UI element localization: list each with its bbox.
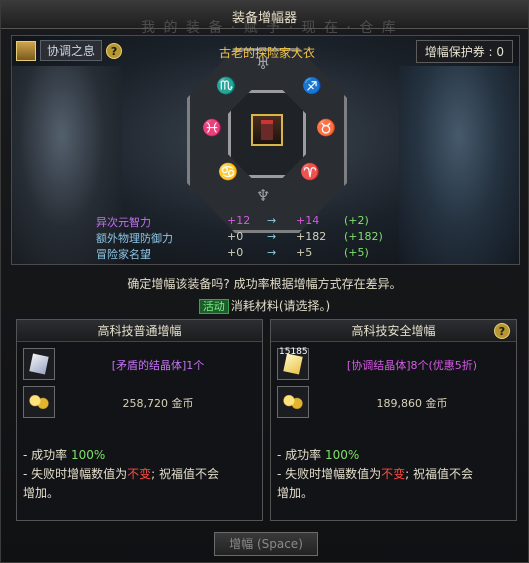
gold-cost: 189,860 金币	[376, 397, 448, 410]
gold-row: 258,720 金币	[23, 386, 256, 418]
rate-label: - 成功率	[23, 448, 71, 462]
coat-icon	[261, 120, 273, 140]
stat-row: 异次元智力 +12 → +14 (+2)	[96, 214, 456, 230]
stat-row: 冒险家名望 +0 → +5 (+5)	[96, 246, 456, 262]
normal-enhance-option[interactable]: 高科技普通增幅 [矛盾的结晶体]1个 258,720 金币 - 成功率 100%…	[16, 319, 263, 521]
consume-label: 消耗材料(请选择。)	[230, 299, 331, 313]
arrow-icon: →	[267, 246, 277, 259]
enhance-button[interactable]: 增幅 (Space)	[214, 532, 318, 556]
rune-icon: ♏	[216, 76, 236, 95]
stat-current: +0	[227, 246, 244, 259]
rate-value: 100%	[70, 448, 106, 462]
event-tag: 活动	[198, 299, 229, 314]
title-bar[interactable]: 我 的 装 备 · 赋 予 · 现 在 · 仓 库 装备增幅器	[1, 1, 528, 36]
arrow-icon: →	[267, 230, 277, 243]
stat-current: +0	[227, 230, 244, 243]
gold-coins-icon	[277, 386, 309, 418]
item-name: 古老的探险家大衣	[218, 46, 315, 60]
rune-icon: ♉	[316, 118, 336, 137]
harmony-icon	[16, 40, 36, 61]
option-title: 高科技安全增幅 ?	[271, 320, 516, 342]
stat-delta: (+182)	[344, 230, 383, 243]
fail-text: - 失败时增幅数值为	[23, 467, 128, 481]
fail-text-line2: 增加。	[23, 486, 60, 500]
stat-preview: 异次元智力 +12 → +14 (+2) 额外物理防御力 +0 → +182 (…	[96, 214, 456, 262]
material-text: [矛盾的结晶体]1个	[111, 359, 205, 372]
harmony-badge[interactable]: 协调之息 ?	[16, 40, 123, 61]
option-title-text: 高科技安全增幅	[351, 324, 436, 338]
option-title: 高科技普通增幅	[17, 320, 262, 342]
stat-name: 额外物理防御力	[96, 232, 173, 245]
rune-icon: ♈	[300, 162, 320, 181]
stat-next: +5	[296, 246, 313, 259]
stat-delta: (+2)	[344, 214, 369, 227]
crystal-icon	[23, 348, 55, 380]
fail-text-line2: 增加。	[277, 486, 314, 500]
rune-icon: ♐	[302, 76, 322, 95]
stat-next: +182	[296, 230, 327, 243]
option-info: - 成功率 100% - 失败时增幅数值为不变; 祝福值不会 增加。	[277, 446, 510, 503]
fail-keyword: 不变	[381, 467, 406, 481]
option-info: - 成功率 100% - 失败时增幅数值为不变; 祝福值不会 增加。	[23, 446, 256, 503]
stat-name: 异次元智力	[96, 216, 151, 229]
help-icon[interactable]: ?	[106, 42, 123, 59]
help-icon[interactable]: ?	[494, 323, 510, 339]
window-title: 装备增幅器	[231, 11, 297, 26]
safe-enhance-option[interactable]: 高科技安全增幅 ? 15185 [协调结晶体]8个(优惠5折) 189,860 …	[270, 319, 517, 521]
option-title-text: 高科技普通增幅	[97, 324, 182, 338]
material-row: 15185 [协调结晶体]8个(优惠5折)	[277, 347, 510, 380]
material-text: [协调结晶体]8个(优惠5折)	[346, 359, 478, 372]
enhance-scene: ♅ ♓ ♉ ♆ ♏ ♐ ♋ ♈ 协调之息 ? 古老的探险家大衣 增幅保护券 : …	[11, 35, 520, 265]
enhancer-window: 我 的 装 备 · 赋 予 · 现 在 · 仓 库 装备增幅器 ♅ ♓ ♉ ♆ …	[0, 0, 529, 563]
fail-text-suffix: ; 祝福值不会	[405, 467, 474, 481]
gold-cost: 258,720 金币	[122, 397, 194, 410]
stat-delta: (+5)	[344, 246, 369, 259]
fail-text: - 失败时增幅数值为	[277, 467, 382, 481]
rate-label: - 成功率	[277, 448, 325, 462]
rate-value: 100%	[324, 448, 360, 462]
consume-material-line: 活动 消耗材料(请选择。)	[1, 297, 528, 314]
crystal-icon: 15185	[277, 347, 309, 380]
material-row: [矛盾的结晶体]1个	[23, 348, 256, 380]
stat-name: 冒险家名望	[96, 248, 151, 261]
confirm-text: 确定增幅该装备吗? 成功率根据增幅方式存在差异。	[127, 277, 402, 291]
gold-coins-icon	[23, 386, 55, 418]
gold-row: 189,860 金币	[277, 386, 510, 418]
stat-row: 额外物理防御力 +0 → +182 (+182)	[96, 230, 456, 246]
rune-icon: ♆	[256, 186, 271, 205]
equipment-slot[interactable]	[251, 114, 283, 146]
protect-ticket-count: 增幅保护券 : 0	[415, 40, 513, 63]
stat-next: +14	[296, 214, 320, 227]
fail-text-suffix: ; 祝福值不会	[151, 467, 220, 481]
fail-keyword: 不变	[127, 467, 152, 481]
stat-current: +12	[227, 214, 251, 227]
arrow-icon: →	[267, 214, 277, 227]
rune-icon: ♋	[218, 162, 238, 181]
rune-icon: ♓	[202, 118, 222, 137]
harmony-label: 协调之息	[40, 40, 103, 61]
